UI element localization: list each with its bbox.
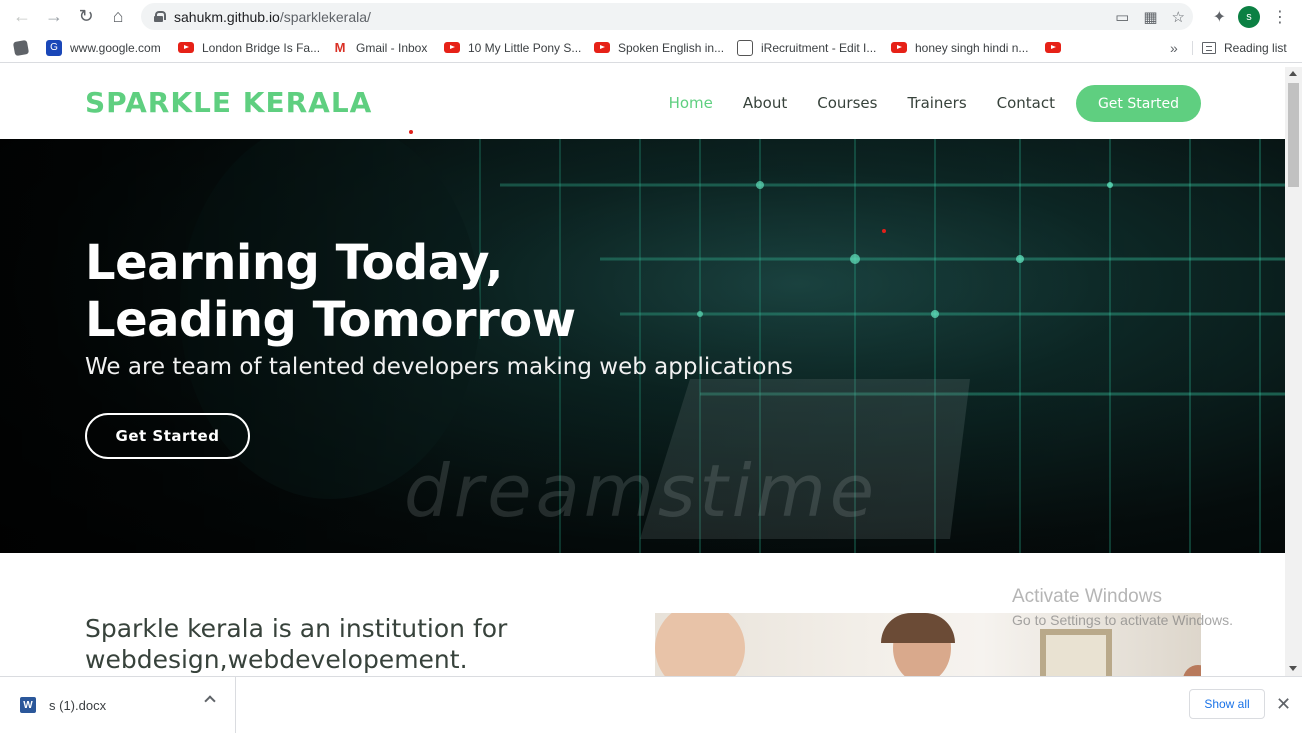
bookmark-little-pony[interactable]: 10 My Little Pony S... — [444, 33, 581, 63]
scroll-down-icon[interactable] — [1289, 666, 1297, 671]
forward-icon[interactable]: → — [38, 1, 70, 33]
nav-contact[interactable]: Contact — [997, 94, 1055, 112]
bookmark-gmail[interactable]: M Gmail - Inbox — [332, 33, 428, 63]
bookmark-spoken-english[interactable]: Spoken English in... — [594, 33, 724, 63]
bookmark-london-bridge[interactable]: London Bridge Is Fa... — [178, 33, 320, 63]
profile-avatar[interactable]: s — [1238, 5, 1260, 28]
download-file-name: s (1).docx — [49, 697, 107, 713]
person-left — [655, 613, 745, 676]
person-right — [1183, 665, 1201, 676]
nav-trainers[interactable]: Trainers — [907, 94, 966, 112]
reading-list-button[interactable]: Reading list — [1202, 33, 1287, 63]
dreamstime-watermark: dreamstime — [404, 449, 879, 533]
youtube-icon — [594, 42, 610, 53]
gmail-icon: M — [334, 39, 346, 55]
browser-toolbar: ← → ↻ ⌂ sahukm.github.io/sparklekerala/ … — [0, 0, 1302, 33]
youtube-icon — [444, 42, 460, 53]
decorative-dot — [409, 130, 413, 134]
bookmark-star-icon[interactable]: ☆ — [1172, 8, 1185, 26]
irecruitment-icon — [737, 39, 753, 56]
nav-home[interactable]: Home — [669, 94, 713, 112]
nav-get-started-button[interactable]: Get Started — [1076, 85, 1201, 122]
menu-icon[interactable]: ⋮ — [1272, 7, 1288, 27]
hero-title-line2: Leading Tomorrow — [85, 292, 576, 348]
youtube-icon — [178, 42, 194, 53]
bookmark-google[interactable]: G www.google.com — [46, 33, 161, 63]
close-icon[interactable]: ✕ — [1276, 694, 1291, 715]
nav-about[interactable]: About — [743, 94, 787, 112]
apps-icon — [12, 39, 30, 56]
bookmarks-divider — [1192, 41, 1193, 55]
youtube-icon — [891, 42, 907, 53]
download-item[interactable]: W s (1).docx — [0, 677, 236, 733]
more-bookmarks-icon[interactable]: » — [1170, 33, 1178, 63]
site-logo[interactable]: SPARKLE KERALA — [85, 86, 372, 119]
site-nav: Home About Courses Trainers Contact — [669, 67, 1055, 139]
page-viewport: SPARKLE KERALA Home About Courses Traine… — [0, 67, 1285, 676]
lock-icon[interactable] — [154, 11, 166, 22]
bookmark-irecruitment[interactable]: iRecruitment - Edit I... — [737, 33, 876, 63]
google-icon: G — [46, 39, 62, 56]
qr-code-icon[interactable]: ▦ — [1143, 8, 1157, 26]
nav-courses[interactable]: Courses — [817, 94, 877, 112]
bookmark-apps[interactable] — [12, 33, 36, 63]
person-hair — [881, 613, 955, 643]
home-icon[interactable]: ⌂ — [102, 1, 134, 33]
about-heading: Sparkle kerala is an institution for web… — [85, 614, 508, 674]
reading-list-icon — [1202, 42, 1216, 54]
address-bar[interactable]: sahukm.github.io/sparklekerala/ ▭ ▦ ☆ — [141, 3, 1193, 30]
bookmark-honey-singh[interactable]: honey singh hindi n... — [891, 33, 1028, 63]
activate-windows-subtitle: Go to Settings to activate Windows. — [1012, 612, 1233, 628]
chevron-up-icon[interactable] — [204, 695, 216, 707]
page-scrollbar[interactable] — [1285, 67, 1302, 676]
decorative-dot — [882, 229, 886, 233]
scroll-thumb[interactable] — [1288, 83, 1299, 187]
cast-icon[interactable]: ▭ — [1115, 8, 1129, 26]
download-shelf: W s (1).docx Show all ✕ — [0, 676, 1302, 733]
hero-title: Learning Today, Leading Tomorrow — [85, 235, 576, 349]
word-document-icon: W — [20, 697, 36, 713]
hero-subtitle: We are team of talented developers makin… — [85, 354, 794, 380]
youtube-icon — [1045, 42, 1061, 53]
scroll-up-icon[interactable] — [1289, 71, 1297, 76]
show-all-button[interactable]: Show all — [1189, 689, 1265, 719]
activate-windows-title: Activate Windows — [1012, 586, 1162, 607]
hero-get-started-button[interactable]: Get Started — [85, 413, 250, 459]
hero-section: dreamstime Learning Today, Leading Tomor… — [0, 139, 1285, 553]
picture-frame — [1040, 629, 1112, 676]
reload-icon[interactable]: ↻ — [70, 1, 102, 33]
bookmarks-bar: G www.google.com London Bridge Is Fa... … — [0, 33, 1302, 63]
extensions-icon[interactable]: ✦ — [1213, 7, 1226, 27]
site-header: SPARKLE KERALA Home About Courses Traine… — [0, 67, 1285, 139]
back-icon[interactable]: ← — [6, 1, 38, 33]
hero-title-line1: Learning Today, — [85, 235, 503, 291]
bookmark-youtube[interactable] — [1045, 33, 1069, 63]
url-text[interactable]: sahukm.github.io/sparklekerala/ — [174, 9, 371, 25]
